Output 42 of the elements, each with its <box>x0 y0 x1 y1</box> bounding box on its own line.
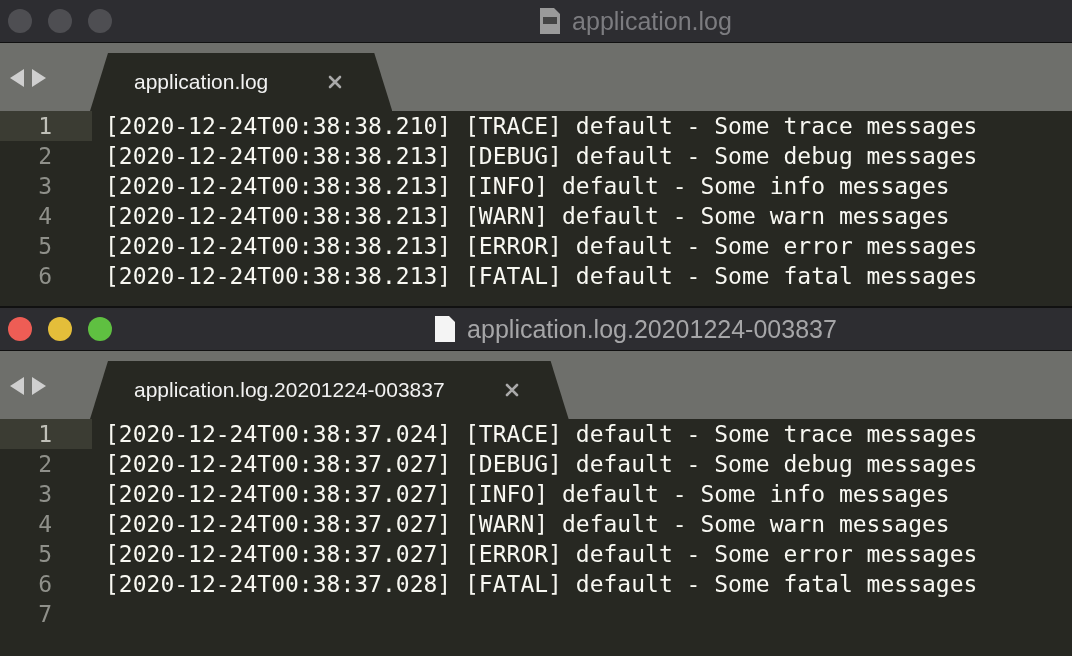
line-number: 5 <box>37 232 53 261</box>
window-control-icon[interactable] <box>48 317 72 341</box>
tab-label: application.log <box>134 70 269 94</box>
line-number: 1 <box>0 419 92 449</box>
log-line: [2020-12-24T00:38:37.027] [WARN] default - Some warn messages <box>104 510 950 539</box>
window-title: application.log <box>572 6 732 36</box>
forward-icon[interactable] <box>32 69 46 87</box>
log-line: [2020-12-24T00:38:37.028] [FATAL] default - Some fatal messages <box>104 570 978 599</box>
log-line: [2020-12-24T00:38:38.213] [WARN] default - Some warn messages <box>104 202 950 231</box>
line-number: 6 <box>37 262 53 291</box>
line-number: 1 <box>0 111 92 141</box>
file-icon <box>435 316 456 342</box>
file-tab[interactable]: application.log <box>90 53 393 111</box>
line-number: 4 <box>37 510 53 539</box>
line-number: 5 <box>37 540 53 569</box>
close-icon[interactable] <box>328 75 343 89</box>
line-number: 3 <box>37 480 53 509</box>
log-line: [2020-12-24T00:38:38.210] [TRACE] default - Some trace messages <box>104 112 978 141</box>
log-line: [2020-12-24T00:38:38.213] [FATAL] default - Some fatal messages <box>104 262 978 291</box>
log-line: [2020-12-24T00:38:38.213] [ERROR] default - Some error messages <box>104 232 978 261</box>
back-icon[interactable] <box>10 377 24 395</box>
file-tab[interactable]: application.log.20201224-003837 <box>90 361 569 419</box>
window-control-icon[interactable] <box>88 317 112 341</box>
tab-label: application.log.20201224-003837 <box>134 378 445 402</box>
forward-icon[interactable] <box>32 377 46 395</box>
log-line: [2020-12-24T00:38:37.027] [DEBUG] default - Some debug messages <box>104 450 978 479</box>
window-title: application.log.20201224-003837 <box>467 314 837 344</box>
line-number: 2 <box>37 450 53 479</box>
log-line: [2020-12-24T00:38:38.213] [INFO] default - Some info messages <box>104 172 950 201</box>
log-line: [2020-12-24T00:38:37.024] [TRACE] default - Some trace messages <box>104 420 978 449</box>
log-line: [2020-12-24T00:38:37.027] [INFO] default - Some info messages <box>104 480 950 509</box>
line-number: 7 <box>37 600 53 629</box>
line-number: 6 <box>37 570 53 599</box>
window-control-icon[interactable] <box>8 317 32 341</box>
file-icon <box>540 8 561 34</box>
line-number: 4 <box>37 202 53 231</box>
log-line: [2020-12-24T00:38:37.027] [ERROR] default - Some error messages <box>104 540 978 569</box>
back-icon[interactable] <box>10 69 24 87</box>
line-number: 3 <box>37 172 53 201</box>
log-line: [2020-12-24T00:38:38.213] [DEBUG] default - Some debug messages <box>104 142 978 171</box>
line-number: 2 <box>37 142 53 171</box>
close-icon[interactable] <box>504 383 519 397</box>
